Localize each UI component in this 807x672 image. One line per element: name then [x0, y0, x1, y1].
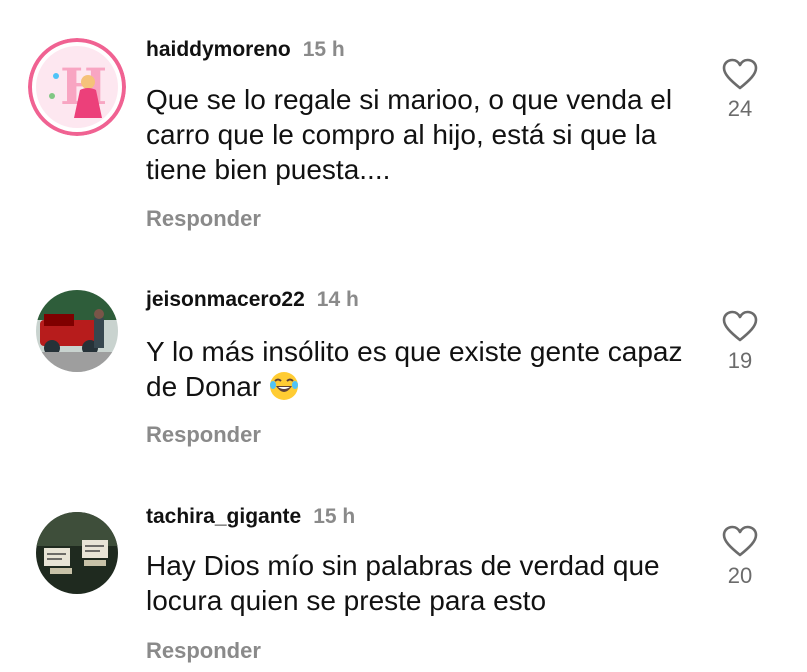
comment-text: Y lo más insólito es que existe gente ca…: [146, 334, 706, 409]
like-button[interactable]: 20: [714, 525, 766, 589]
comment-meta: haiddymoreno 15 h: [146, 38, 345, 62]
like-button[interactable]: 19: [714, 310, 766, 374]
heart-icon[interactable]: [722, 58, 758, 90]
reply-button[interactable]: Responder: [146, 638, 261, 664]
comment-meta: tachira_gigante 15 h: [146, 505, 355, 529]
reply-button[interactable]: Responder: [146, 422, 261, 448]
comment-username[interactable]: tachira_gigante: [146, 505, 301, 528]
comment-time: 14 h: [316, 288, 359, 311]
comment-time: 15 h: [302, 38, 345, 61]
comment-text-content: Y lo más insólito es que existe gente ca…: [146, 336, 683, 402]
reply-button[interactable]: Responder: [146, 206, 261, 232]
like-count: 24: [727, 96, 753, 121]
avatar[interactable]: H: [28, 38, 126, 136]
avatar[interactable]: [36, 512, 118, 594]
comment-text: Que se lo regale si marioo, o que venda …: [146, 84, 673, 185]
like-count: 19: [727, 348, 753, 373]
avatar-image: H: [28, 38, 126, 136]
comment-username[interactable]: jeisonmacero22: [146, 288, 305, 311]
comment-text: Hay Dios mío sin palabras de verdad que …: [146, 550, 660, 616]
avatar-image: [36, 290, 118, 372]
like-button[interactable]: 24: [714, 58, 766, 122]
heart-icon[interactable]: [722, 310, 758, 342]
comment-time: 15 h: [313, 505, 356, 528]
comment-meta: jeisonmacero22 14 h: [146, 288, 359, 312]
comment-username[interactable]: haiddymoreno: [146, 38, 291, 61]
laughing-emoji-icon: [269, 371, 299, 409]
like-count: 20: [727, 563, 753, 588]
heart-icon[interactable]: [722, 525, 758, 557]
avatar[interactable]: [36, 290, 118, 372]
avatar-image: [36, 512, 118, 594]
